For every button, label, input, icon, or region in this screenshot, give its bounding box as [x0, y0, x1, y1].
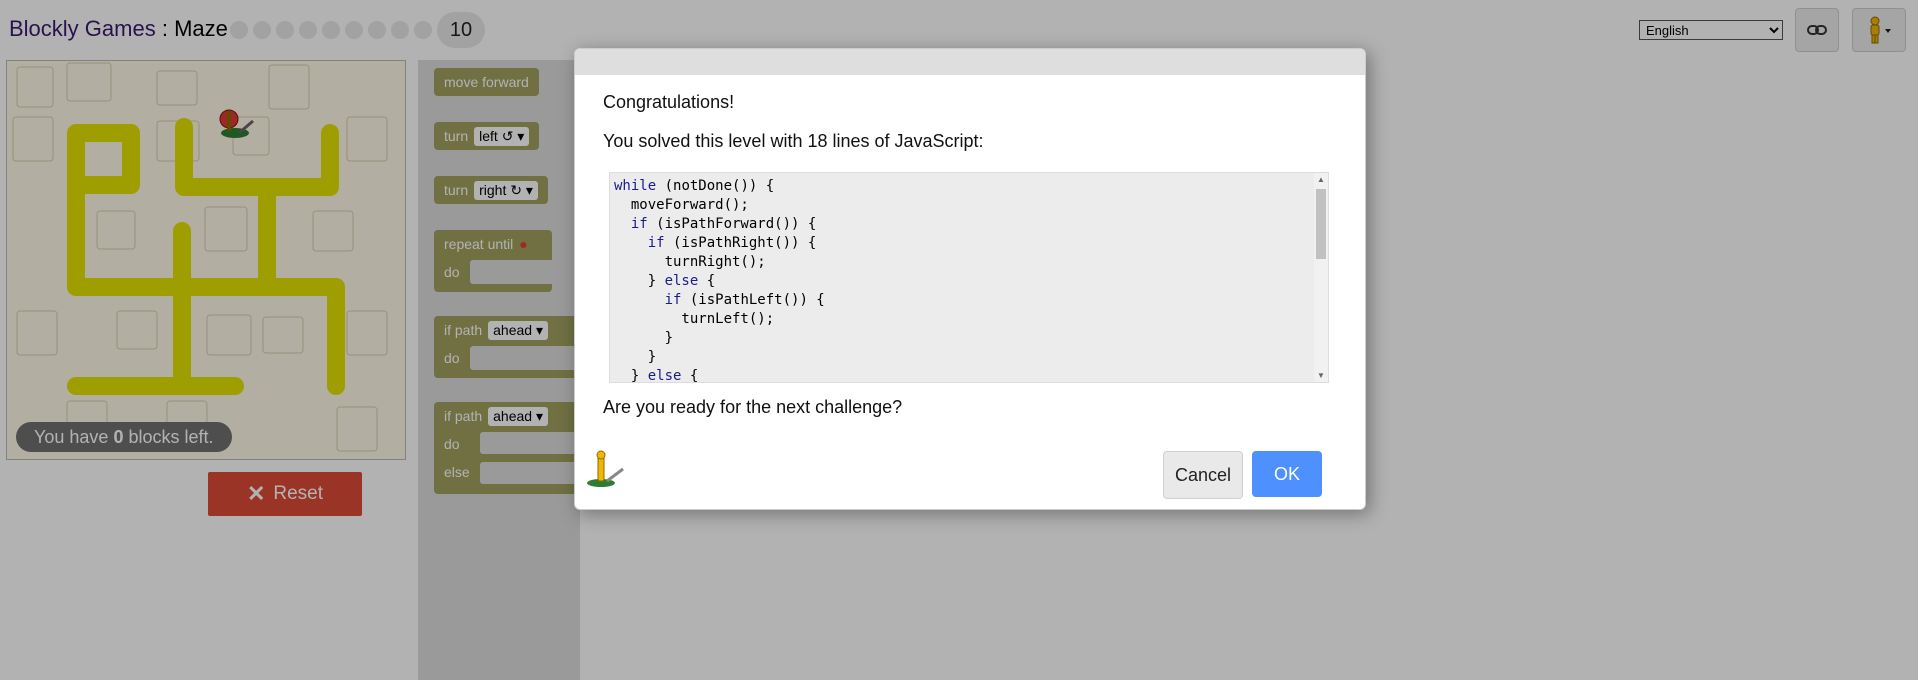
pegman-icon [583, 449, 633, 494]
code-text: while (notDone()) { moveForward(); if (i… [610, 173, 1328, 383]
scroll-thumb[interactable] [1316, 189, 1326, 259]
code-line: moveForward(); [614, 197, 749, 213]
code-line: if (isPathForward()) { [630, 216, 817, 232]
code-line: } else { [614, 273, 716, 289]
next-challenge-question: Are you ready for the next challenge? [603, 397, 903, 417]
dialog-header [575, 49, 1365, 75]
code-line: if (isPathLeft()) { [664, 292, 825, 308]
congrats-heading: Congratulations! [603, 92, 735, 112]
code-line: if (isPathRight()) { [647, 235, 817, 251]
solved-text: You solved this level with 18 lines of J… [603, 131, 984, 151]
congratulations-dialog: Congratulations! You solved this level w… [574, 48, 1366, 510]
scroll-down-icon[interactable]: ▼ [1317, 371, 1325, 380]
scroll-up-icon[interactable]: ▲ [1317, 175, 1325, 184]
code-scrollbar[interactable]: ▲ ▼ [1314, 173, 1328, 382]
code-line: } [614, 349, 657, 365]
code-line: turnRight(); [614, 254, 766, 270]
ok-button[interactable]: OK [1252, 451, 1322, 497]
code-line: } [614, 330, 674, 346]
code-view[interactable]: while (notDone()) { moveForward(); if (i… [609, 172, 1329, 383]
code-line: } else { [614, 368, 699, 383]
code-line: while (notDone()) { [614, 178, 775, 194]
code-line: turnLeft(); [614, 311, 775, 327]
cancel-button[interactable]: Cancel [1163, 451, 1243, 499]
